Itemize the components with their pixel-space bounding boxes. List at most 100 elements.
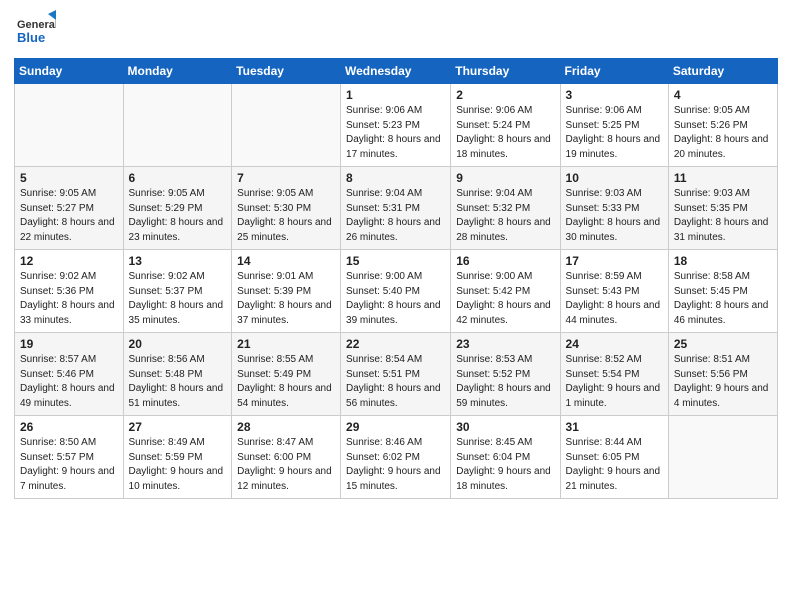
- day-info: Sunrise: 9:00 AM Sunset: 5:42 PM Dayligh…: [456, 270, 554, 328]
- day-info: Sunrise: 9:05 AM Sunset: 5:29 PM Dayligh…: [129, 187, 227, 245]
- day-info: Sunrise: 9:04 AM Sunset: 5:32 PM Dayligh…: [456, 187, 554, 245]
- day-number: 21: [237, 337, 335, 351]
- daylight-text: Daylight: 8 hours and 42 minutes.: [456, 300, 551, 326]
- calendar-cell: 20 Sunrise: 8:56 AM Sunset: 5:48 PM Dayl…: [123, 333, 232, 416]
- sunrise-text: Sunrise: 9:05 AM: [20, 188, 96, 199]
- sunset-text: Sunset: 5:49 PM: [237, 369, 311, 380]
- calendar-cell: 23 Sunrise: 8:53 AM Sunset: 5:52 PM Dayl…: [451, 333, 560, 416]
- day-info: Sunrise: 8:49 AM Sunset: 5:59 PM Dayligh…: [129, 436, 227, 494]
- sunrise-text: Sunrise: 8:54 AM: [346, 354, 422, 365]
- day-info: Sunrise: 9:01 AM Sunset: 5:39 PM Dayligh…: [237, 270, 335, 328]
- logo-icon: General Blue: [14, 10, 56, 52]
- daylight-text: Daylight: 8 hours and 18 minutes.: [456, 134, 551, 160]
- sunset-text: Sunset: 6:00 PM: [237, 452, 311, 463]
- day-info: Sunrise: 9:02 AM Sunset: 5:37 PM Dayligh…: [129, 270, 227, 328]
- daylight-text: Daylight: 8 hours and 20 minutes.: [674, 134, 769, 160]
- daylight-text: Daylight: 8 hours and 31 minutes.: [674, 217, 769, 243]
- daylight-text: Daylight: 9 hours and 18 minutes.: [456, 466, 551, 492]
- calendar-cell: [668, 416, 777, 499]
- day-info: Sunrise: 8:52 AM Sunset: 5:54 PM Dayligh…: [566, 353, 663, 411]
- calendar-cell: 14 Sunrise: 9:01 AM Sunset: 5:39 PM Dayl…: [232, 250, 341, 333]
- sunrise-text: Sunrise: 8:49 AM: [129, 437, 205, 448]
- calendar-header-row: SundayMondayTuesdayWednesdayThursdayFrid…: [15, 59, 778, 84]
- day-info: Sunrise: 8:47 AM Sunset: 6:00 PM Dayligh…: [237, 436, 335, 494]
- day-number: 11: [674, 171, 772, 185]
- daylight-text: Daylight: 9 hours and 21 minutes.: [566, 466, 661, 492]
- calendar-cell: 26 Sunrise: 8:50 AM Sunset: 5:57 PM Dayl…: [15, 416, 124, 499]
- sunrise-text: Sunrise: 9:05 AM: [237, 188, 313, 199]
- day-number: 5: [20, 171, 118, 185]
- day-info: Sunrise: 9:02 AM Sunset: 5:36 PM Dayligh…: [20, 270, 118, 328]
- day-info: Sunrise: 9:00 AM Sunset: 5:40 PM Dayligh…: [346, 270, 445, 328]
- sunrise-text: Sunrise: 8:58 AM: [674, 271, 750, 282]
- daylight-text: Daylight: 8 hours and 51 minutes.: [129, 383, 224, 409]
- sunrise-text: Sunrise: 9:06 AM: [456, 105, 532, 116]
- day-number: 18: [674, 254, 772, 268]
- day-number: 20: [129, 337, 227, 351]
- day-info: Sunrise: 8:54 AM Sunset: 5:51 PM Dayligh…: [346, 353, 445, 411]
- calendar-cell: 18 Sunrise: 8:58 AM Sunset: 5:45 PM Dayl…: [668, 250, 777, 333]
- sunset-text: Sunset: 5:24 PM: [456, 120, 530, 131]
- calendar-cell: 1 Sunrise: 9:06 AM Sunset: 5:23 PM Dayli…: [341, 84, 451, 167]
- day-info: Sunrise: 8:45 AM Sunset: 6:04 PM Dayligh…: [456, 436, 554, 494]
- sunset-text: Sunset: 5:29 PM: [129, 203, 203, 214]
- sunrise-text: Sunrise: 9:02 AM: [20, 271, 96, 282]
- day-number: 28: [237, 420, 335, 434]
- sunset-text: Sunset: 5:45 PM: [674, 286, 748, 297]
- calendar-cell: 31 Sunrise: 8:44 AM Sunset: 6:05 PM Dayl…: [560, 416, 668, 499]
- daylight-text: Daylight: 9 hours and 1 minute.: [566, 383, 661, 409]
- sunrise-text: Sunrise: 9:05 AM: [674, 105, 750, 116]
- header-saturday: Saturday: [668, 59, 777, 84]
- sunset-text: Sunset: 5:43 PM: [566, 286, 640, 297]
- sunrise-text: Sunrise: 8:56 AM: [129, 354, 205, 365]
- day-number: 1: [346, 88, 445, 102]
- day-number: 29: [346, 420, 445, 434]
- day-info: Sunrise: 9:05 AM Sunset: 5:27 PM Dayligh…: [20, 187, 118, 245]
- day-info: Sunrise: 8:59 AM Sunset: 5:43 PM Dayligh…: [566, 270, 663, 328]
- daylight-text: Daylight: 8 hours and 22 minutes.: [20, 217, 115, 243]
- logo-container: General Blue: [14, 10, 56, 52]
- calendar-week-1: 1 Sunrise: 9:06 AM Sunset: 5:23 PM Dayli…: [15, 84, 778, 167]
- day-number: 7: [237, 171, 335, 185]
- day-number: 4: [674, 88, 772, 102]
- sunset-text: Sunset: 5:40 PM: [346, 286, 420, 297]
- daylight-text: Daylight: 8 hours and 56 minutes.: [346, 383, 441, 409]
- daylight-text: Daylight: 8 hours and 39 minutes.: [346, 300, 441, 326]
- sunrise-text: Sunrise: 8:44 AM: [566, 437, 642, 448]
- day-number: 13: [129, 254, 227, 268]
- sunset-text: Sunset: 5:51 PM: [346, 369, 420, 380]
- sunrise-text: Sunrise: 9:02 AM: [129, 271, 205, 282]
- sunset-text: Sunset: 5:52 PM: [456, 369, 530, 380]
- sunset-text: Sunset: 5:54 PM: [566, 369, 640, 380]
- day-info: Sunrise: 8:56 AM Sunset: 5:48 PM Dayligh…: [129, 353, 227, 411]
- sunset-text: Sunset: 6:04 PM: [456, 452, 530, 463]
- header-tuesday: Tuesday: [232, 59, 341, 84]
- sunrise-text: Sunrise: 8:50 AM: [20, 437, 96, 448]
- calendar-cell: 13 Sunrise: 9:02 AM Sunset: 5:37 PM Dayl…: [123, 250, 232, 333]
- sunrise-text: Sunrise: 8:55 AM: [237, 354, 313, 365]
- calendar-cell: [15, 84, 124, 167]
- day-number: 9: [456, 171, 554, 185]
- day-number: 6: [129, 171, 227, 185]
- calendar-cell: 15 Sunrise: 9:00 AM Sunset: 5:40 PM Dayl…: [341, 250, 451, 333]
- sunset-text: Sunset: 5:25 PM: [566, 120, 640, 131]
- calendar-cell: [123, 84, 232, 167]
- day-number: 30: [456, 420, 554, 434]
- day-number: 12: [20, 254, 118, 268]
- day-number: 31: [566, 420, 663, 434]
- day-number: 8: [346, 171, 445, 185]
- sunset-text: Sunset: 5:57 PM: [20, 452, 94, 463]
- calendar-cell: 8 Sunrise: 9:04 AM Sunset: 5:31 PM Dayli…: [341, 167, 451, 250]
- sunrise-text: Sunrise: 9:04 AM: [456, 188, 532, 199]
- sunrise-text: Sunrise: 9:04 AM: [346, 188, 422, 199]
- sunrise-text: Sunrise: 8:53 AM: [456, 354, 532, 365]
- calendar-cell: 25 Sunrise: 8:51 AM Sunset: 5:56 PM Dayl…: [668, 333, 777, 416]
- day-number: 19: [20, 337, 118, 351]
- day-number: 14: [237, 254, 335, 268]
- calendar-cell: 27 Sunrise: 8:49 AM Sunset: 5:59 PM Dayl…: [123, 416, 232, 499]
- day-number: 15: [346, 254, 445, 268]
- daylight-text: Daylight: 8 hours and 37 minutes.: [237, 300, 332, 326]
- day-number: 27: [129, 420, 227, 434]
- svg-text:Blue: Blue: [17, 30, 45, 45]
- daylight-text: Daylight: 9 hours and 10 minutes.: [129, 466, 224, 492]
